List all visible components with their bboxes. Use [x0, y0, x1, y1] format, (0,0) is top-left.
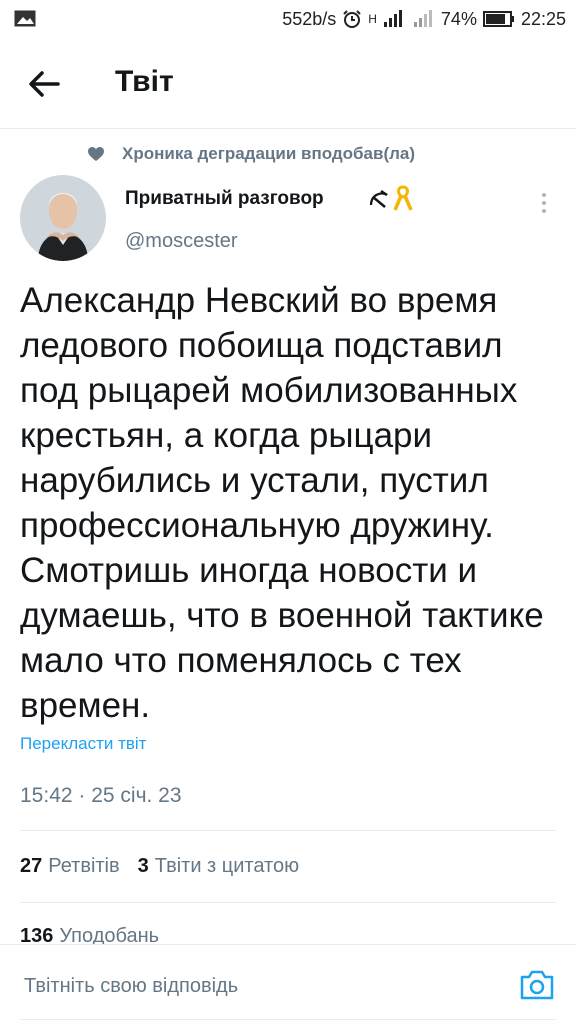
status-right: 552b/s H 74% 22:25 — [282, 8, 566, 30]
retweets-label: Ретвітів — [48, 855, 120, 877]
more-options-icon[interactable] — [534, 190, 554, 216]
quotes-count: 3 — [137, 855, 149, 877]
app-header: Твіт — [0, 38, 576, 129]
network-speed: 552b/s — [282, 8, 337, 29]
avatar-image — [20, 175, 106, 261]
retweets-stat[interactable]: 27 Ретвітів — [20, 855, 120, 878]
camera-icon[interactable] — [519, 969, 555, 1001]
engagement-stats: 27 Ретвітів 3 Твіти з цитатою — [20, 855, 299, 878]
social-context[interactable]: Хроника деградации вподобав(ла) — [88, 144, 415, 164]
tweet-text: Александр Невский во время ледового побо… — [20, 281, 544, 725]
reply-input[interactable]: Твітніть свою відповідь — [24, 975, 238, 998]
image-notification-icon — [14, 10, 36, 27]
tweet-timestamp[interactable]: 15:42 · 25 січ. 23 — [20, 784, 182, 808]
battery-icon — [482, 11, 514, 27]
page-title: Твіт — [115, 65, 174, 98]
arrow-left-icon[interactable] — [24, 66, 64, 102]
quotes-stat[interactable]: 3 Твіти з цитатою — [138, 855, 299, 878]
social-context-text: Хроника деградации вподобав(ла) — [122, 144, 416, 163]
network-type: H — [368, 12, 377, 26]
divider — [20, 830, 556, 831]
hammer-sickle-ribbon-icon — [369, 185, 413, 211]
reply-underline — [20, 1019, 556, 1020]
status-bar: 552b/s H 74% 22:25 — [0, 0, 576, 38]
signal-icon — [383, 10, 402, 27]
signal-weak-icon — [413, 10, 432, 27]
avatar[interactable] — [20, 175, 106, 261]
retweets-count: 27 — [20, 855, 43, 877]
heart-icon — [88, 146, 104, 161]
battery-percent: 74% — [440, 8, 477, 29]
author-handle[interactable]: @moscester — [125, 230, 238, 253]
reply-bar: Твітніть свою відповідь — [0, 944, 576, 1025]
translate-link[interactable]: Перекласти твіт — [20, 734, 146, 754]
divider — [20, 902, 556, 903]
author-name[interactable]: Приватный разговор — [125, 188, 324, 210]
clock: 22:25 — [520, 8, 566, 29]
alarm-icon — [343, 10, 361, 28]
quotes-label: Твіти з цитатою — [154, 855, 300, 877]
